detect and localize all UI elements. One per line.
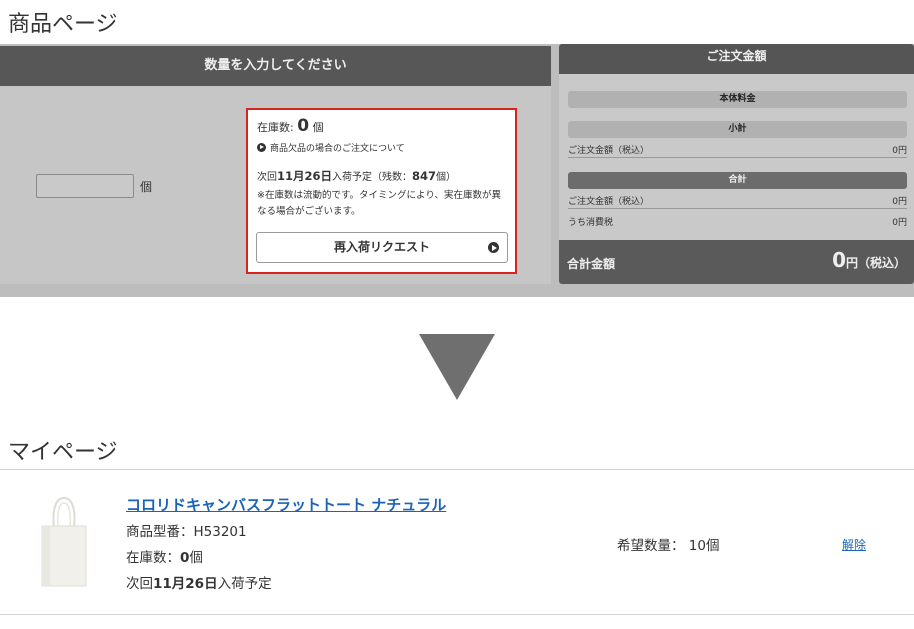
next-middle: 入荷予定（残数： (332, 172, 413, 183)
next-arrival-prefix: 次回 (126, 576, 153, 592)
restock-request-button[interactable]: 再入荷リクエスト (256, 232, 508, 263)
next-suffix: 個） (436, 172, 457, 183)
subtotal-row-value: 0円 (892, 146, 907, 156)
total-row-label: ご注文金額（税込） (568, 197, 650, 207)
grand-total-bar: 合計金額 0円（税込） (559, 240, 914, 284)
tax-row-label: うち消費税 (568, 218, 614, 228)
subtotal-row: ご注文金額（税込） 0円 (568, 143, 907, 158)
product-name-link[interactable]: コロリドキャンバスフラットトート ナチュラル (126, 494, 446, 515)
backorder-info-link[interactable]: 商品欠品の場合のご注文について (257, 141, 405, 154)
subtotal-row-label: ご注文金額（税込） (568, 146, 650, 156)
wish-quantity: 希望数量： 10個 (617, 538, 720, 554)
quantity-unit: 個 (140, 180, 153, 194)
subtotal-bar: 小計 (568, 121, 907, 138)
tax-row: うち消費税 0円 (568, 215, 907, 229)
total-row-value: 0円 (892, 197, 907, 207)
stock-info-box: 在庫数: 0 個 商品欠品の場合のご注文について 次回11月26日入荷予定（残数… (246, 108, 517, 274)
backorder-link-label: 商品欠品の場合のご注文について (270, 144, 405, 154)
product-next-arrival: 次回11月26日入荷予定 (126, 572, 272, 592)
product-stock-value: 0 (180, 550, 190, 566)
circle-arrow-icon (257, 143, 266, 152)
product-stock: 在庫数：0個 (126, 546, 203, 566)
restock-button-label: 再入荷リクエスト (333, 240, 430, 254)
stock-note: ※在庫数は流動的です。タイミングにより、実在庫数が異なる場合がございます。 (257, 190, 501, 217)
total-row: ご注文金額（税込） 0円 (568, 194, 907, 209)
quantity-input[interactable] (36, 174, 134, 198)
stock-count: 在庫数: 0 個 (257, 116, 324, 136)
next-arrival-date: 11月26日 (277, 169, 333, 183)
stock-unit: 個 (312, 121, 324, 134)
product-model: 商品型番：H53201 (126, 524, 247, 540)
tote-bag-image[interactable] (38, 496, 90, 588)
stock-count-value: 0 (297, 116, 310, 136)
grand-total-value: 0円（税込） (832, 248, 906, 272)
next-arrival-info: 次回11月26日入荷予定（残数：847個） (257, 168, 456, 184)
grand-total-label: 合計金額 (567, 257, 616, 271)
product-stock-suffix: 個 (189, 550, 203, 566)
total-bar: 合計 (568, 172, 907, 189)
next-prefix: 次回 (257, 172, 277, 183)
next-arrival-date: 11月26日 (153, 576, 218, 592)
down-arrow-icon (419, 334, 495, 400)
order-summary-header: ご注文金額 (559, 44, 914, 74)
section-title-product-page: 商品ページ (8, 12, 118, 37)
product-stock-prefix: 在庫数： (126, 550, 180, 566)
stock-label: 在庫数: (257, 121, 294, 134)
divider (0, 469, 914, 470)
grand-total-number: 0 (832, 248, 846, 272)
tax-row-value: 0円 (892, 218, 907, 228)
base-price-bar: 本体料金 (568, 91, 907, 108)
remaining-count: 847 (412, 169, 437, 183)
section-title-mypage: マイページ (8, 440, 118, 465)
circle-arrow-icon (488, 242, 499, 253)
grand-total-suffix: 円（税込） (845, 256, 906, 270)
divider (0, 614, 914, 615)
next-arrival-suffix: 入荷予定 (217, 576, 272, 592)
quantity-panel-header: 数量を入力してください (0, 46, 551, 86)
cancel-link[interactable]: 解除 (842, 536, 866, 553)
